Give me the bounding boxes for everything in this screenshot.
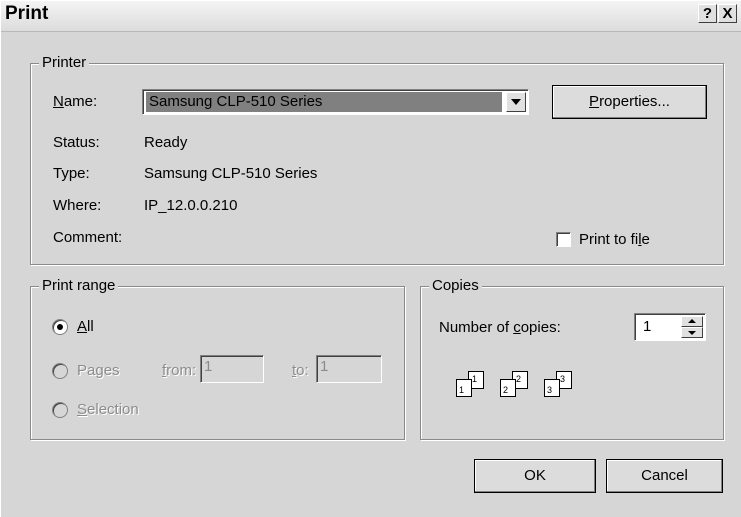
all-radio[interactable] (52, 319, 68, 335)
copies-spinner[interactable]: 1 (634, 313, 706, 341)
name-label: Name: (53, 93, 98, 110)
chevron-down-icon (688, 331, 696, 335)
ok-button[interactable]: OK (474, 459, 596, 493)
collate-icon: 1 1 2 2 3 3 (456, 371, 606, 411)
print-range-group-label: Print range (39, 277, 119, 294)
properties-button[interactable]: Properties... (552, 85, 707, 119)
from-label: from: (162, 362, 197, 379)
radio-selected-dot (57, 324, 63, 330)
help-button[interactable]: ? (698, 4, 717, 23)
selection-radio[interactable] (52, 402, 68, 418)
print-dialog: Print ? X Printer Name: Samsung CLP-510 … (0, 0, 741, 517)
title-bar[interactable]: Print ? X (1, 1, 741, 32)
status-label: Status: (53, 134, 100, 151)
close-button[interactable]: X (718, 4, 737, 23)
copies-group: Copies (420, 277, 724, 440)
comment-label: Comment: (53, 229, 123, 246)
all-label[interactable]: All (77, 318, 94, 335)
spin-up-button[interactable] (681, 316, 703, 327)
status-value: Ready (144, 134, 188, 151)
printer-name-select[interactable]: Samsung CLP-510 Series (142, 89, 529, 115)
dialog-title: Print (5, 3, 49, 24)
from-input[interactable]: 1 (200, 355, 264, 383)
to-label: to: (292, 362, 309, 379)
where-label: Where: (53, 197, 102, 214)
where-value: IP_12.0.0.210 (144, 197, 238, 214)
type-value: Samsung CLP-510 Series (144, 165, 318, 182)
type-label: Type: (53, 165, 90, 182)
cancel-button[interactable]: Cancel (606, 459, 723, 493)
spin-down-button[interactable] (681, 327, 703, 338)
print-to-file-checkbox[interactable] (556, 232, 571, 247)
pages-label[interactable]: Pages (77, 362, 120, 379)
copies-value: 1 (643, 318, 652, 335)
chevron-up-icon (688, 319, 696, 323)
dropdown-arrow-button[interactable] (506, 92, 526, 112)
selection-label[interactable]: Selection (77, 401, 139, 418)
printer-group-label: Printer (39, 54, 90, 71)
chevron-down-icon (511, 99, 521, 105)
collate-page: 3 (544, 379, 560, 397)
pages-radio[interactable] (52, 363, 68, 379)
print-to-file-label[interactable]: Print to file (579, 231, 650, 248)
copies-group-label: Copies (429, 277, 482, 294)
number-of-copies-label: Number of copies: (439, 319, 561, 336)
printer-name-value: Samsung CLP-510 Series (149, 93, 323, 110)
to-input[interactable]: 1 (316, 355, 382, 383)
collate-page: 1 (456, 379, 472, 397)
collate-page: 2 (500, 379, 516, 397)
